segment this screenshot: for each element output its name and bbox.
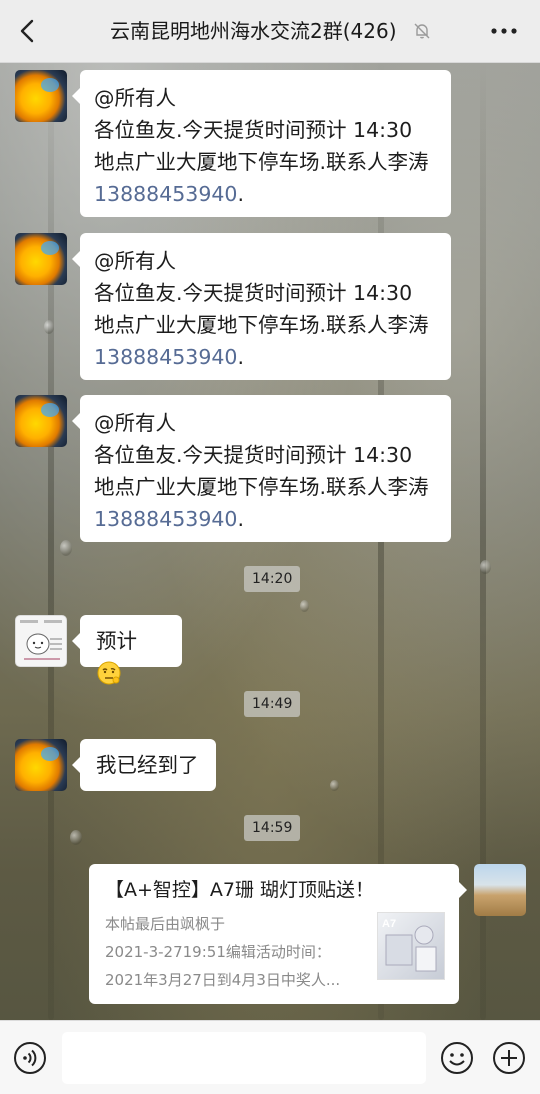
mention-all: @所有人 [94,249,176,273]
plus-icon[interactable] [492,1041,526,1075]
phone-link[interactable]: 13888453940 [94,182,237,206]
message-bubble[interactable]: 我已经到了 [72,739,216,791]
phone-link[interactable]: 13888453940 [94,507,237,531]
message-line: 各位鱼友.今天提货时间预计 14:30 [94,443,413,467]
top-bar: 云南昆明地州海水交流2群(426) [0,0,540,63]
water-drop [480,560,491,574]
timestamp: 14:49 [244,691,301,717]
message-punctuation: . [237,507,245,531]
product-image-icon: A7 [382,918,437,972]
avatar[interactable] [474,864,526,916]
message-line: 各位鱼友.今天提货时间预计 14:30 [94,281,413,305]
link-card-desc-line: 2021年3月27日到4月3日中奖人... [105,971,341,989]
emoji-icon[interactable] [440,1041,474,1075]
thinking-emoji-icon [97,661,121,685]
message-line: 地点广业大厦地下停车场.联系人李涛 [94,475,429,499]
timestamp: 14:20 [244,566,301,592]
water-drop [300,600,309,612]
water-drop [60,540,72,556]
message-bubble[interactable]: @所有人 各位鱼友.今天提货时间预计 14:30 地点广业大厦地下停车场.联系人… [72,70,451,217]
avatar[interactable] [15,233,67,285]
svg-text:A7: A7 [382,918,396,930]
link-card-description: 本帖最后由飒枫于 2021-3-2719:51编辑活动时间： 2021年3月27… [105,910,361,994]
timestamp: 14:59 [244,815,301,841]
link-card-thumbnail: A7 [377,912,445,980]
background-streak [48,60,54,1020]
message-text: 预计 [96,629,137,653]
message-input[interactable] [62,1032,426,1084]
avatar[interactable] [15,615,67,667]
water-drop [44,320,54,334]
voice-icon[interactable] [13,1041,47,1075]
avatar[interactable] [15,395,67,447]
link-card-desc-line: 2021-3-2719:51编辑活动时间： [105,943,331,961]
chat-title: 云南昆明地州海水交流2群(426) [110,19,397,43]
water-drop [330,780,339,791]
chevron-left-icon[interactable] [14,16,44,46]
water-drop [70,830,82,845]
message-punctuation: . [237,182,245,206]
more-dots-icon[interactable] [488,18,520,44]
mention-all: @所有人 [94,411,176,435]
input-bar [0,1020,540,1094]
avatar[interactable] [15,70,67,122]
avatar[interactable] [15,739,67,791]
message-bubble[interactable]: 预计 [72,615,182,685]
message-line: 地点广业大厦地下停车场.联系人李涛 [94,313,429,337]
link-card[interactable]: 【A+智控】A7珊 瑚灯顶贴送！ 本帖最后由飒枫于 2021-3-2719:51… [89,864,467,1004]
bell-off-icon [414,23,430,39]
message-bubble[interactable]: @所有人 各位鱼友.今天提货时间预计 14:30 地点广业大厦地下停车场.联系人… [72,395,451,542]
message-punctuation: . [237,345,245,369]
link-card-desc-line: 本帖最后由飒枫于 [105,915,226,933]
message-text: 我已经到了 [96,753,199,777]
message-bubble[interactable]: @所有人 各位鱼友.今天提货时间预计 14:30 地点广业大厦地下停车场.联系人… [72,233,451,380]
cartoon-avatar-icon [20,620,62,660]
message-line: 各位鱼友.今天提货时间预计 14:30 [94,118,413,142]
mention-all: @所有人 [94,86,176,110]
message-line: 地点广业大厦地下停车场.联系人李涛 [94,150,429,174]
phone-link[interactable]: 13888453940 [94,345,237,369]
link-card-title: 【A+智控】A7珊 瑚灯顶贴送！ [105,879,375,901]
